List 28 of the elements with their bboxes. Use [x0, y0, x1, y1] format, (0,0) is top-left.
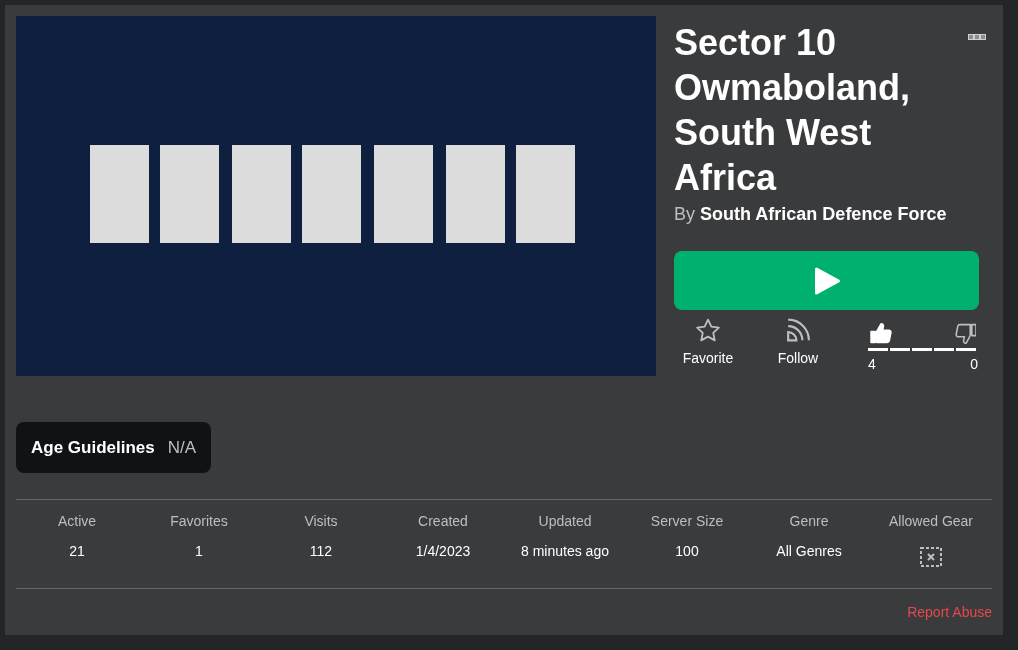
stat-label: Updated — [538, 513, 592, 529]
dislike-count: 0 — [970, 356, 978, 372]
thumbs-up-icon[interactable] — [870, 322, 892, 344]
stat-value: 21 — [69, 543, 85, 559]
no-gear-icon — [920, 547, 942, 567]
favorite-button[interactable]: Favorite — [674, 318, 742, 366]
by-label: By — [674, 204, 695, 224]
stat-value: 1 — [195, 543, 203, 559]
stat-value: 100 — [675, 543, 699, 559]
stat-value: All Genres — [776, 543, 842, 559]
play-icon — [812, 265, 841, 296]
stat-value: 1/4/2023 — [415, 543, 471, 559]
stat-value: 8 minutes ago — [521, 543, 609, 559]
creator-link[interactable]: South African Defence Force — [700, 204, 947, 224]
stat-label: Created — [418, 513, 468, 529]
stat-label: Favorites — [170, 513, 228, 529]
stat-label: Server Size — [650, 513, 724, 529]
game-title: Sector 10 Owmaboland, South West Africa — [674, 21, 912, 200]
thumbs-down-icon[interactable] — [954, 322, 976, 344]
stat-label: Active — [57, 513, 97, 529]
like-count: 4 — [868, 356, 876, 372]
age-rating-value: N/A — [167, 436, 197, 459]
age-guidelines-label: Age Guidelines — [31, 436, 155, 459]
stat-label: Visits — [304, 513, 338, 529]
stat-label: Allowed Gear — [888, 513, 973, 529]
follow-button[interactable]: Follow — [764, 318, 832, 366]
stat-value: 112 — [309, 543, 333, 559]
stat-label: Genre — [789, 513, 829, 529]
